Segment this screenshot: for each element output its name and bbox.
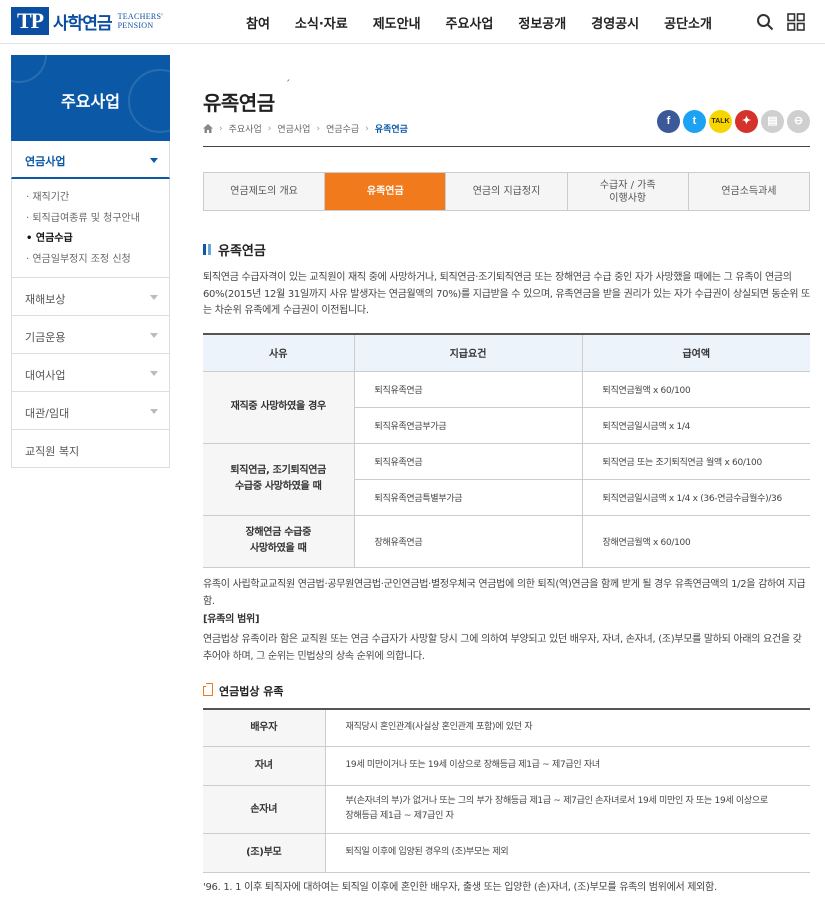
scope-label: 배우자	[203, 709, 326, 747]
home-icon[interactable]	[203, 124, 213, 133]
tab-pension-tax[interactable]: 연금소득과세	[689, 173, 809, 210]
search-icon[interactable]	[756, 13, 774, 31]
sidebar-item-pension-business[interactable]: 연금사업	[11, 141, 170, 179]
print-icon[interactable]: ▤	[761, 110, 784, 133]
site-header: TP 사학연금 TEACHERS' PENSION 참여 소식·자료 제도안내 …	[0, 0, 825, 44]
submenu-service-period[interactable]: · 재직기간	[26, 191, 169, 212]
title-divider	[203, 146, 810, 147]
scope-label: (조)부모	[203, 833, 326, 873]
breadcrumb-item[interactable]: 주요사업	[229, 122, 262, 135]
table-row: (조)부모 퇴직일 이후에 입양된 경우의 (조)부모는 제외	[203, 833, 810, 873]
section-title: 유족연금	[203, 240, 266, 259]
sidebar-item-rental[interactable]: 대관/임대	[11, 392, 170, 430]
gnb-item-business[interactable]: 주요사업	[446, 13, 494, 32]
sidebar-item-welfare[interactable]: 교직원 복지	[11, 430, 170, 468]
sidebar-submenu: · 재직기간 · 퇴직급여종류 및 청구안내 • 연금수급 · 연금일부정지 조…	[11, 179, 170, 278]
site-logo[interactable]: TP 사학연금 TEACHERS' PENSION	[11, 7, 163, 35]
breadcrumb-current: 유족연금	[374, 125, 408, 135]
survivor-scope-table: 배우자 재직당시 혼인관계(사실상 혼인관계 포함)에 있던 자 자녀 19세 …	[203, 708, 810, 873]
table-header: 지급요건	[353, 334, 582, 372]
table-row: 손자녀 부(손자녀의 부)가 없거나 또는 그의 부가 장해등급 제1급 ~ 제…	[203, 785, 810, 834]
sidebar-item-loan[interactable]: 대여사업	[11, 354, 170, 392]
table-row: 자녀 19세 미만이거나 또는 19세 이상으로 장해등급 제1급 ~ 제7급인…	[203, 746, 810, 786]
gnb-item-news[interactable]: 소식·자료	[295, 13, 348, 32]
title-mark: ˊ	[285, 78, 291, 91]
twitter-share-icon[interactable]: t	[683, 110, 706, 133]
more-share-icon[interactable]: ⊖	[787, 110, 810, 133]
sidebar-header: 주요사업	[11, 55, 170, 141]
chevron-down-icon	[150, 371, 158, 376]
global-nav: 참여 소식·자료 제도안내 주요사업 정보공개 경영공시 공단소개	[246, 13, 712, 32]
reason-cell: 장해연금 수급중 사망하였을 때	[203, 515, 354, 568]
table-row: 장해연금 수급중 사망하였을 때 장해유족연금 장해연금월액 x 60/100	[203, 515, 810, 568]
logo-text: 사학연금	[53, 13, 113, 34]
breadcrumb: › 주요사업 › 연금사업 › 연금수급 › 유족연금	[203, 122, 408, 135]
gnb-item-about[interactable]: 공단소개	[664, 13, 712, 32]
page-title: 유족연금	[203, 91, 275, 115]
submenu-pension-receipt[interactable]: • 연금수급	[26, 232, 169, 253]
chevron-down-icon	[150, 295, 158, 300]
chevron-down-icon	[150, 333, 158, 338]
scope-paragraph: 연금법상 유족이라 함은 교직원 또는 연금 수급자가 사망할 당시 그에 의하…	[203, 634, 802, 662]
tab-recipient-duties[interactable]: 수급자 / 가족 이행사항	[568, 173, 689, 210]
submenu-retirement-benefits[interactable]: · 퇴직급여종류 및 청구안내	[26, 212, 169, 233]
logo-mark: TP	[11, 7, 49, 35]
sidebar-item-disaster[interactable]: 재해보상	[11, 278, 170, 316]
sidebar-item-fund[interactable]: 기금운용	[11, 316, 170, 354]
sidebar-title: 주요사업	[61, 92, 120, 111]
subsection-title: 연금법상 유족	[203, 683, 284, 699]
tab-pension-overview[interactable]: 연금제도의 개요	[204, 173, 326, 210]
reason-cell: 재직중 사망하였을 경우	[203, 371, 354, 444]
external-link-icon	[203, 683, 213, 696]
gnb-item-system[interactable]: 제도안내	[373, 13, 421, 32]
logo-english: TEACHERS' PENSION	[117, 12, 164, 30]
scope-label: 손자녀	[203, 785, 326, 834]
chevron-down-icon	[150, 158, 158, 163]
intro-paragraph: 퇴직연금 수급자격이 있는 교직원이 재직 중에 사망하거나, 퇴직연금·조기퇴…	[203, 272, 810, 316]
table-row: 퇴직연금, 조기퇴직연금 수급중 사망하였을 때 퇴직유족연금 퇴직연금 또는 …	[203, 443, 810, 516]
scope-label: 자녀	[203, 746, 326, 786]
chevron-down-icon	[150, 409, 158, 414]
sitemap-grid-icon[interactable]	[787, 13, 805, 31]
tab-pension-suspension[interactable]: 연금의 지급정지	[446, 173, 568, 210]
survivor-pension-table: 사유 지급요건 급여액 재직중 사망하였을 경우 퇴직유족연금 퇴직연금월액 x…	[203, 333, 810, 568]
tab-survivor-pension[interactable]: 유족연금	[325, 173, 447, 210]
reason-cell: 퇴직연금, 조기퇴직연금 수급중 사망하였을 때	[203, 443, 354, 516]
table-row: 배우자 재직당시 혼인관계(사실상 혼인관계 포함)에 있던 자	[203, 709, 810, 747]
note-paragraph: 유족이 사립학교교직원 연금법·공무원연금법·군인연금법·별정우체국 연금법에 …	[203, 579, 806, 607]
table-row: 재직중 사망하였을 경우 퇴직유족연금 퇴직연금월액 x 60/100	[203, 371, 810, 444]
content-tabs: 연금제도의 개요 유족연금 연금의 지급정지 수급자 / 가족 이행사항 연금소…	[203, 172, 810, 211]
table-header: 급여액	[581, 334, 810, 372]
submenu-partial-suspension[interactable]: · 연금일부정지 조정 신청	[26, 253, 169, 274]
breadcrumb-item[interactable]: 연금수급	[326, 122, 359, 135]
gnb-item-participation[interactable]: 참여	[246, 13, 270, 32]
gnb-item-management[interactable]: 경영공시	[591, 13, 639, 32]
facebook-share-icon[interactable]: f	[657, 110, 680, 133]
section-bullet-icon	[203, 244, 211, 255]
scope-heading: [유족의 범위]	[203, 614, 260, 625]
breadcrumb-item[interactable]: 연금사업	[277, 122, 310, 135]
table-header: 사유	[203, 334, 354, 372]
kakao-share-icon[interactable]: TALK	[709, 110, 732, 133]
footnote: '96. 1. 1 이후 퇴직자에 대하여는 퇴직일 이후에 혼인한 배우자, …	[203, 882, 717, 893]
sidebar-item-label: 연금사업	[25, 155, 66, 168]
pdf-icon[interactable]: ✦	[735, 110, 758, 133]
gnb-item-disclosure[interactable]: 정보공개	[518, 13, 566, 32]
